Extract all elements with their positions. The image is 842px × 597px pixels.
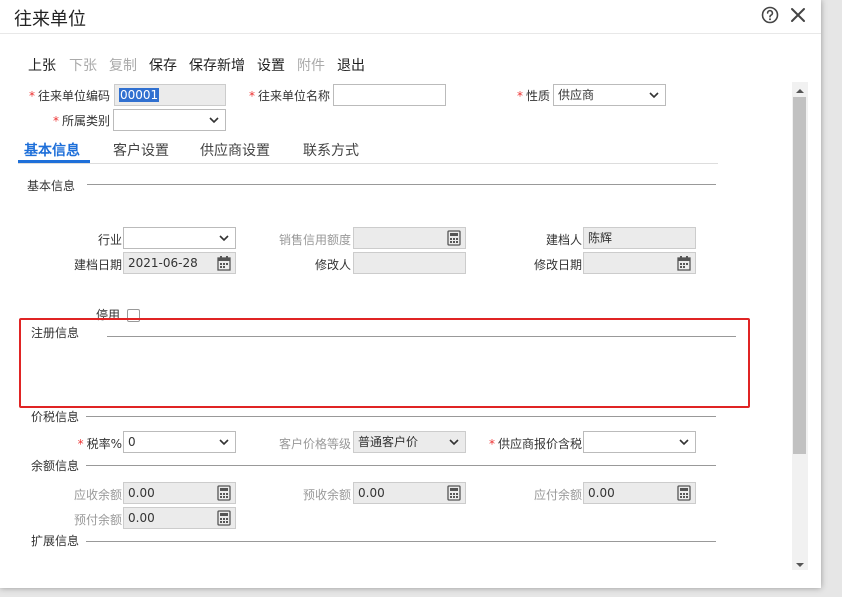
scroll-up-icon[interactable]: [796, 84, 804, 93]
industry-label: 行业: [97, 233, 122, 247]
tab-supplier[interactable]: 供应商设置: [200, 140, 270, 160]
section-divider: [86, 416, 716, 417]
nature-label: * 性质: [516, 89, 550, 103]
prereceive-field[interactable]: 0.00: [353, 482, 466, 504]
payable-field[interactable]: 0.00: [583, 482, 696, 504]
prev-button[interactable]: 上张: [28, 55, 56, 75]
calculator-icon[interactable]: [217, 510, 231, 526]
chevron-down-icon: [648, 89, 660, 101]
attach-button[interactable]: 附件: [297, 55, 325, 75]
dialog-title: 往来单位: [14, 9, 86, 30]
creator-field[interactable]: 陈辉: [583, 227, 696, 249]
creator-label: 建档人: [545, 233, 582, 247]
balance-section-title: 余额信息: [31, 459, 80, 473]
settings-button[interactable]: 设置: [257, 55, 285, 75]
chevron-down-icon: [208, 114, 220, 126]
calendar-icon[interactable]: [677, 255, 691, 271]
header-divider: [0, 33, 821, 34]
tab-bar-line: [18, 163, 718, 164]
highlight-box: [19, 318, 750, 408]
receivable-label: 应收余额: [73, 488, 122, 502]
basic-section-title: 基本信息: [27, 179, 76, 193]
chevron-down-icon: [678, 436, 690, 448]
supplier-tax-label: * 供应商报价含税: [488, 437, 582, 451]
code-label: * 往来单位编码: [28, 89, 110, 103]
tab-contact[interactable]: 联系方式: [303, 140, 359, 160]
prepay-field[interactable]: 0.00: [123, 507, 236, 529]
price-level-label: 客户价格等级: [278, 437, 351, 451]
chevron-down-icon: [218, 436, 230, 448]
section-divider: [86, 541, 716, 542]
credit-label: 销售信用额度: [278, 233, 351, 247]
help-icon[interactable]: [760, 5, 780, 25]
category-select[interactable]: [113, 109, 226, 131]
supplier-tax-select[interactable]: [583, 431, 696, 453]
name-field[interactable]: [333, 84, 446, 106]
payable-label: 应付余额: [533, 488, 582, 502]
price-level-select[interactable]: 普通客户价: [353, 431, 466, 453]
name-label: * 往来单位名称: [248, 89, 330, 103]
modifier-label: 修改人: [314, 258, 351, 272]
industry-select[interactable]: [123, 227, 236, 249]
scrollbar-thumb[interactable]: [793, 97, 806, 454]
exit-button[interactable]: 退出: [337, 55, 365, 75]
calculator-icon[interactable]: [447, 230, 461, 246]
tax-rate-label: * 税率%: [77, 437, 122, 451]
active-tab-indicator: [18, 160, 90, 163]
chevron-down-icon: [218, 232, 230, 244]
tax-rate-select[interactable]: 0: [123, 431, 236, 453]
modifier-field[interactable]: [353, 252, 466, 274]
next-button[interactable]: 下张: [69, 55, 97, 75]
calculator-icon[interactable]: [677, 485, 691, 501]
price-tax-section-title: 价税信息: [31, 410, 80, 424]
close-icon[interactable]: [788, 5, 808, 25]
scroll-down-icon[interactable]: [796, 558, 804, 567]
calculator-icon[interactable]: [447, 485, 461, 501]
tab-customer[interactable]: 客户设置: [113, 140, 169, 160]
created-date-label: 建档日期: [73, 258, 122, 272]
register-section-title: 注册信息: [31, 326, 80, 340]
code-field[interactable]: 00001: [114, 84, 226, 106]
extend-section-title: 扩展信息: [31, 534, 80, 548]
credit-field[interactable]: [353, 227, 466, 249]
save-button[interactable]: 保存: [149, 55, 177, 75]
tab-basic[interactable]: 基本信息: [24, 140, 80, 160]
prepay-label: 预付余额: [73, 513, 122, 527]
section-divider: [86, 465, 716, 466]
save-new-button[interactable]: 保存新增: [189, 55, 245, 75]
section-divider: [107, 336, 736, 337]
modified-date-field[interactable]: [583, 252, 696, 274]
category-label: * 所属类别: [52, 114, 110, 128]
created-date-field[interactable]: 2021-06-28: [123, 252, 236, 274]
prereceive-label: 预收余额: [302, 488, 351, 502]
copy-button[interactable]: 复制: [109, 55, 137, 75]
calculator-icon[interactable]: [217, 485, 231, 501]
modified-date-label: 修改日期: [533, 258, 582, 272]
section-divider: [87, 184, 716, 185]
chevron-down-icon: [448, 436, 460, 448]
receivable-field[interactable]: 0.00: [123, 482, 236, 504]
nature-select[interactable]: 供应商: [553, 84, 666, 106]
dialog-window: 往来单位 上张 下张 复制 保存 保存新增 设置 附件 退出 * 往来单位编码 0…: [0, 0, 821, 588]
calendar-icon[interactable]: [217, 255, 231, 271]
